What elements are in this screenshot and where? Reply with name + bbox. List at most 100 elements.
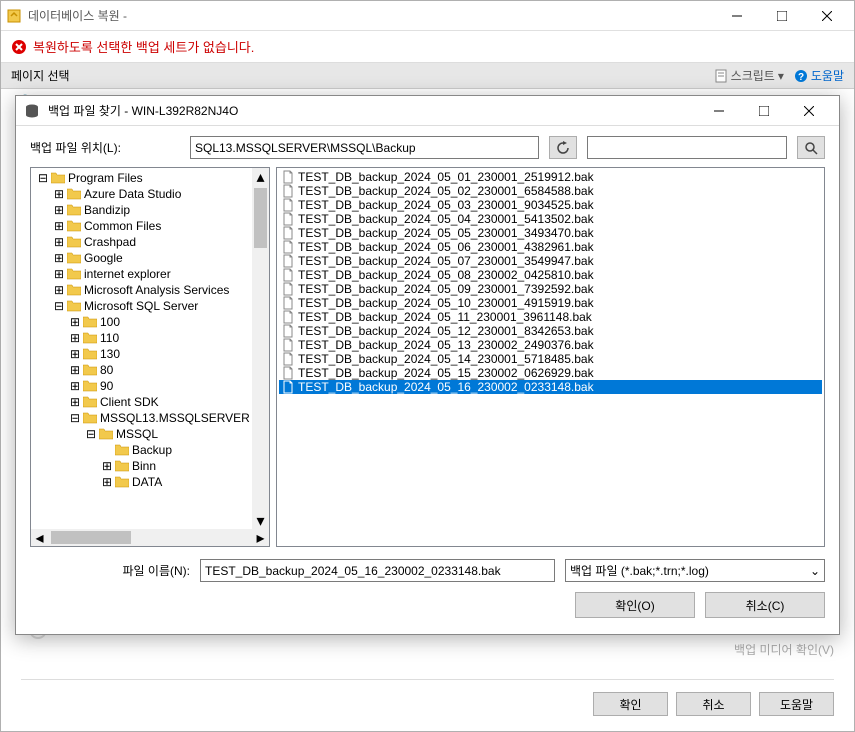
tree-toggle-icon[interactable]: ⊞ bbox=[69, 364, 81, 376]
tree-label[interactable]: Common Files bbox=[84, 219, 161, 233]
tree-label[interactable]: Program Files bbox=[68, 171, 143, 185]
tree-label[interactable]: Google bbox=[84, 251, 123, 265]
dialog-ok-button[interactable]: 확인(O) bbox=[575, 592, 695, 618]
tree-toggle-icon[interactable]: ⊞ bbox=[69, 316, 81, 328]
close-button[interactable] bbox=[804, 2, 849, 30]
tree-label[interactable]: Crashpad bbox=[84, 235, 136, 249]
tree-toggle-icon[interactable]: ⊟ bbox=[69, 412, 81, 424]
maximize-button[interactable] bbox=[759, 2, 804, 30]
dialog-minimize-button[interactable] bbox=[696, 97, 741, 125]
tree-node[interactable]: ⊞ Google bbox=[33, 250, 267, 266]
scroll-thumb-h[interactable] bbox=[51, 531, 131, 544]
path-input[interactable] bbox=[190, 136, 539, 159]
refresh-button[interactable] bbox=[549, 136, 577, 159]
file-row[interactable]: TEST_DB_backup_2024_05_06_230001_4382961… bbox=[279, 240, 822, 254]
file-row[interactable]: TEST_DB_backup_2024_05_10_230001_4915919… bbox=[279, 296, 822, 310]
file-row[interactable]: TEST_DB_backup_2024_05_02_230001_6584588… bbox=[279, 184, 822, 198]
file-row[interactable]: TEST_DB_backup_2024_05_15_230002_0626929… bbox=[279, 366, 822, 380]
tree-node[interactable]: ⊞ Client SDK bbox=[33, 394, 267, 410]
scroll-down-arrow[interactable]: ▾ bbox=[252, 512, 269, 529]
tree-toggle-icon[interactable]: ⊞ bbox=[53, 268, 65, 280]
scroll-right-arrow[interactable]: ▸ bbox=[252, 529, 269, 546]
help-link[interactable]: ? 도움말 bbox=[794, 67, 844, 84]
tree-label[interactable]: 110 bbox=[100, 331, 119, 345]
tree-node[interactable]: ⊞ 90 bbox=[33, 378, 267, 394]
tree-label[interactable]: internet explorer bbox=[84, 267, 171, 281]
tree-label[interactable]: Bandizip bbox=[84, 203, 130, 217]
tree-label[interactable]: Azure Data Studio bbox=[84, 187, 181, 201]
tree-toggle-icon[interactable]: ⊟ bbox=[53, 300, 65, 312]
tree-toggle-icon[interactable]: ⊞ bbox=[101, 476, 113, 488]
tree-toggle-icon[interactable]: ⊞ bbox=[53, 236, 65, 248]
tree-node[interactable]: ⊞ Microsoft Analysis Services bbox=[33, 282, 267, 298]
scroll-up-arrow[interactable]: ▴ bbox=[252, 168, 269, 185]
tree-node[interactable]: ⊞ internet explorer bbox=[33, 266, 267, 282]
tree-node[interactable]: ⊟ Program Files bbox=[33, 170, 267, 186]
file-row[interactable]: TEST_DB_backup_2024_05_13_230002_2490376… bbox=[279, 338, 822, 352]
file-list-panel[interactable]: TEST_DB_backup_2024_05_01_230001_2519912… bbox=[276, 167, 825, 547]
tree-toggle-icon[interactable]: ⊞ bbox=[53, 252, 65, 264]
file-row[interactable]: TEST_DB_backup_2024_05_11_230001_3961148… bbox=[279, 310, 822, 324]
tree-label[interactable]: 80 bbox=[100, 363, 113, 377]
tree-label[interactable]: Backup bbox=[132, 443, 172, 457]
parent-cancel-button[interactable]: 취소 bbox=[676, 692, 751, 716]
dialog-close-button[interactable] bbox=[786, 97, 831, 125]
tree-label[interactable]: 100 bbox=[100, 315, 120, 329]
tree-node[interactable]: ⊞ 80 bbox=[33, 362, 267, 378]
tree-node[interactable]: ⊞ Binn bbox=[33, 458, 267, 474]
tree-label[interactable]: MSSQL13.MSSQLSERVER bbox=[100, 411, 250, 425]
parent-ok-button[interactable]: 확인 bbox=[593, 692, 668, 716]
tree-label[interactable]: Microsoft Analysis Services bbox=[84, 283, 229, 297]
dialog-maximize-button[interactable] bbox=[741, 97, 786, 125]
script-link[interactable]: 스크립트 ▾ bbox=[714, 67, 784, 84]
file-row[interactable]: TEST_DB_backup_2024_05_12_230001_8342653… bbox=[279, 324, 822, 338]
tree-label[interactable]: 130 bbox=[100, 347, 120, 361]
scroll-thumb[interactable] bbox=[254, 188, 267, 248]
tree-vertical-scrollbar[interactable]: ▴ ▾ bbox=[252, 168, 269, 529]
tree-toggle-icon[interactable]: ⊞ bbox=[69, 348, 81, 360]
file-row[interactable]: TEST_DB_backup_2024_05_16_230002_0233148… bbox=[279, 380, 822, 394]
parent-help-button[interactable]: 도움말 bbox=[759, 692, 834, 716]
tree-toggle-icon[interactable]: ⊞ bbox=[53, 284, 65, 296]
tree-toggle-icon[interactable]: ⊞ bbox=[69, 380, 81, 392]
tree-node[interactable]: ⊞ Bandizip bbox=[33, 202, 267, 218]
tree-toggle-icon[interactable]: ⊟ bbox=[85, 428, 97, 440]
tree-node[interactable]: ⊟ MSSQL13.MSSQLSERVER bbox=[33, 410, 267, 426]
tree-toggle-icon[interactable]: ⊞ bbox=[53, 188, 65, 200]
tree-label[interactable]: Microsoft SQL Server bbox=[84, 299, 198, 313]
scroll-left-arrow[interactable]: ◂ bbox=[31, 529, 48, 546]
tree-label[interactable]: Binn bbox=[132, 459, 156, 473]
file-type-select[interactable]: 백업 파일 (*.bak;*.trn;*.log) ⌄ bbox=[565, 559, 825, 582]
file-row[interactable]: TEST_DB_backup_2024_05_07_230001_3549947… bbox=[279, 254, 822, 268]
file-row[interactable]: TEST_DB_backup_2024_05_09_230001_7392592… bbox=[279, 282, 822, 296]
tree-node[interactable]: ⊟ Microsoft SQL Server bbox=[33, 298, 267, 314]
tree-toggle-icon[interactable]: ⊞ bbox=[53, 204, 65, 216]
tree-node[interactable]: ⊞ Crashpad bbox=[33, 234, 267, 250]
file-name-input[interactable] bbox=[200, 559, 555, 582]
tree-node[interactable]: ⊞ DATA bbox=[33, 474, 267, 490]
tree-label[interactable]: DATA bbox=[132, 475, 162, 489]
file-row[interactable]: TEST_DB_backup_2024_05_08_230002_0425810… bbox=[279, 268, 822, 282]
tree-label[interactable]: Client SDK bbox=[100, 395, 159, 409]
tree-toggle-icon[interactable]: ⊞ bbox=[69, 396, 81, 408]
tree-toggle-icon[interactable]: ⊟ bbox=[37, 172, 49, 184]
tree-toggle-icon[interactable]: ⊞ bbox=[69, 332, 81, 344]
tree-node[interactable]: ⊞ Azure Data Studio bbox=[33, 186, 267, 202]
tree-horizontal-scrollbar[interactable]: ◂ ▸ bbox=[31, 529, 269, 546]
tree-toggle-icon[interactable]: ⊞ bbox=[101, 460, 113, 472]
file-row[interactable]: TEST_DB_backup_2024_05_14_230001_5718485… bbox=[279, 352, 822, 366]
file-row[interactable]: TEST_DB_backup_2024_05_03_230001_9034525… bbox=[279, 198, 822, 212]
tree-node[interactable]: ⊞ 110 bbox=[33, 330, 267, 346]
file-row[interactable]: TEST_DB_backup_2024_05_05_230001_3493470… bbox=[279, 226, 822, 240]
tree-node[interactable]: Backup bbox=[33, 442, 267, 458]
minimize-button[interactable] bbox=[714, 2, 759, 30]
tree-node[interactable]: ⊟ MSSQL bbox=[33, 426, 267, 442]
tree-node[interactable]: ⊞ 100 bbox=[33, 314, 267, 330]
file-row[interactable]: TEST_DB_backup_2024_05_04_230001_5413502… bbox=[279, 212, 822, 226]
tree-label[interactable]: 90 bbox=[100, 379, 113, 393]
tree-toggle-icon[interactable]: ⊞ bbox=[53, 220, 65, 232]
file-row[interactable]: TEST_DB_backup_2024_05_01_230001_2519912… bbox=[279, 170, 822, 184]
dialog-cancel-button[interactable]: 취소(C) bbox=[705, 592, 825, 618]
tree-label[interactable]: MSSQL bbox=[116, 427, 158, 441]
folder-tree[interactable]: ⊟Program Files⊞Azure Data Studio⊞Bandizi… bbox=[31, 168, 269, 529]
